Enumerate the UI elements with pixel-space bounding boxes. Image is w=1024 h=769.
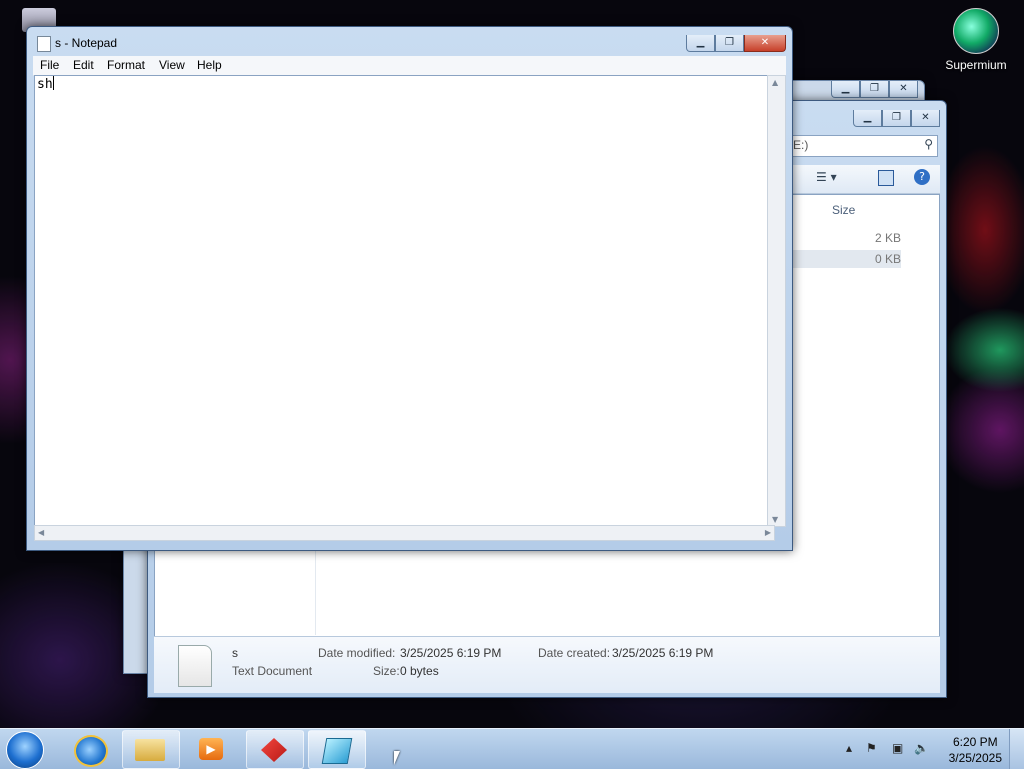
taskbar-notepad-button[interactable] [308,730,366,769]
clock-date: 3/25/2025 [948,751,1002,765]
taskbar-app-button[interactable] [246,730,304,769]
minimize-button[interactable]: ▁ [853,110,882,127]
minimize-button[interactable]: ▁ [831,81,860,98]
text-editor[interactable]: sh [34,75,775,527]
window-title: s - Notepad [55,36,118,50]
text-document-icon [178,645,212,687]
editor-content: sh [37,77,53,92]
date-created-value: 3/25/2025 6:19 PM [612,646,714,660]
app-icon [261,738,287,762]
preview-pane-icon[interactable] [878,170,894,186]
menu-bar: File Edit Format View Help [33,56,786,76]
size-value: 0 bytes [400,664,439,678]
mouse-cursor-icon [394,751,400,765]
start-button[interactable] [6,731,44,769]
horizontal-scrollbar[interactable]: ◀ ▶ [34,525,775,541]
maximize-button[interactable]: ❐ [860,81,889,98]
menu-format[interactable]: Format [107,58,145,72]
view-options-icon[interactable]: ☰ ▾ [816,170,837,184]
vertical-scrollbar[interactable]: ▲ ▼ [767,75,786,527]
maximize-button[interactable]: ❐ [882,110,911,127]
menu-file[interactable]: File [40,58,59,72]
help-icon[interactable]: ? [914,169,930,185]
taskbar: ▶ ▴ ⚑ ▣ 🔈 6:20 PM 3/25/2025 [0,728,1024,769]
text-caret [52,76,54,90]
column-header-size[interactable]: Size [832,203,855,217]
window-controls: ▁ ❐ ✕ [831,81,918,98]
date-modified-label: Date modified: [318,646,396,660]
table-row[interactable]: 0 KB [791,250,901,268]
taskbar-media-player-button[interactable]: ▶ [184,730,242,769]
show-hidden-icons-icon[interactable]: ▴ [846,741,852,755]
network-icon[interactable]: ▣ [892,741,903,755]
window-controls: ▁ ❐ ✕ [853,110,940,127]
notepad-icon [321,738,353,764]
size-label: Size: [373,664,400,678]
close-button[interactable]: ✕ [744,35,786,52]
scroll-left-icon[interactable]: ◀ [38,528,44,537]
internet-explorer-icon[interactable] [74,735,108,767]
clock-time: 6:20 PM [952,735,998,749]
file-size: 2 KB [874,231,901,245]
action-center-flag-icon[interactable]: ⚑ [866,741,877,755]
window-controls: ▁ ❐ ✕ [686,35,786,52]
notepad-icon [37,36,51,52]
system-clock[interactable]: 6:20 PM 3/25/2025 [949,734,1002,766]
date-created-label: Date created: [538,646,611,660]
close-button[interactable]: ✕ [911,110,940,127]
taskbar-explorer-button[interactable] [122,730,180,769]
folder-icon [135,739,165,761]
search-icon[interactable]: ⚲ [924,137,933,151]
scroll-down-icon[interactable]: ▼ [772,515,778,524]
show-desktop-button[interactable] [1009,729,1024,769]
minimize-button[interactable]: ▁ [686,35,715,52]
file-size: 0 KB [874,252,901,266]
scroll-right-icon[interactable]: ▶ [765,528,771,537]
maximize-button[interactable]: ❐ [715,35,744,52]
menu-edit[interactable]: Edit [73,58,94,72]
details-file-name: s [232,646,238,660]
volume-icon[interactable]: 🔈 [914,741,929,755]
close-button[interactable]: ✕ [889,81,918,98]
address-bar[interactable]: E:) ⚲ [788,135,938,157]
notepad-window[interactable]: s - Notepad ▁ ❐ ✕ File Edit Format View … [26,26,793,551]
desktop-icon-supermium[interactable]: Supermium [940,8,1012,72]
address-text: E:) [793,138,809,152]
details-file-type: Text Document [232,664,313,678]
date-modified-value: 3/25/2025 6:19 PM [400,646,502,660]
table-row[interactable]: 2 KB [791,229,901,247]
media-player-icon: ▶ [199,738,223,760]
details-pane: s Text Document Date modified: 3/25/2025… [154,636,940,693]
supermium-icon [953,8,999,54]
menu-help[interactable]: Help [197,58,222,72]
desktop-icon-label: Supermium [945,58,1007,72]
menu-view[interactable]: View [159,58,185,72]
scroll-up-icon[interactable]: ▲ [772,78,778,87]
